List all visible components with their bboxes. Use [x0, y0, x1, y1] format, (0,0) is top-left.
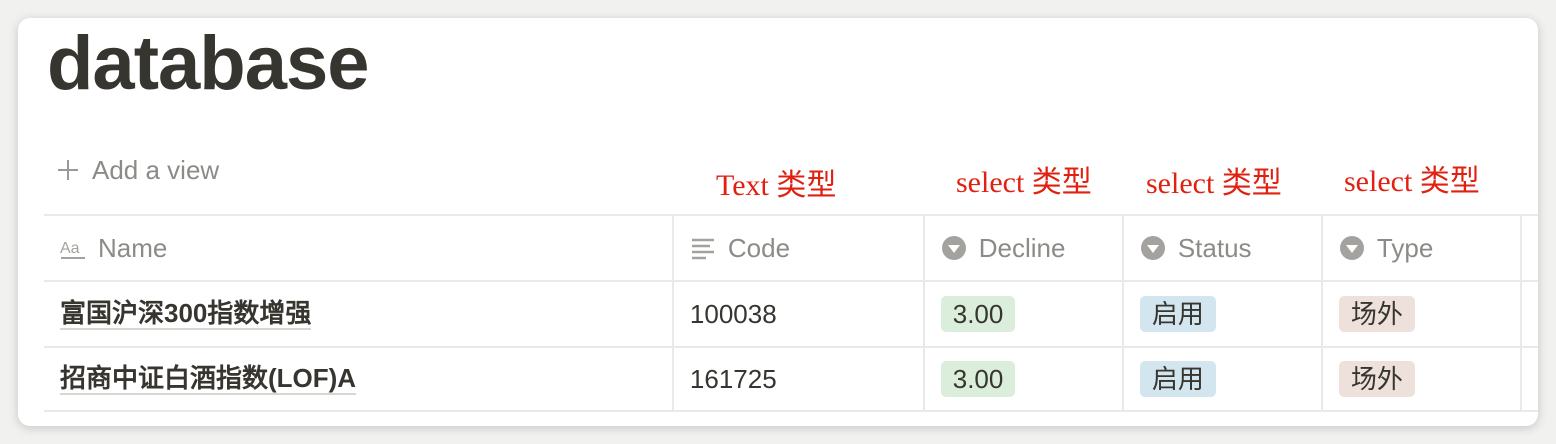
cell-code[interactable]: 100038	[674, 282, 925, 346]
cell-extra	[1522, 282, 1538, 346]
annotation-select-type-decline: select 类型	[956, 166, 1092, 199]
decline-tag: 3.00	[940, 361, 1016, 397]
table-row[interactable]: 招商中证白酒指数(LOF)A 161725 3.00 启用 场外	[44, 346, 1538, 412]
text-title-icon: Aa	[60, 240, 85, 259]
type-tag: 场外	[1338, 296, 1415, 332]
table-header-row: Aa Name Code Decline Status Type	[44, 214, 1538, 280]
status-tag: 启用	[1139, 296, 1216, 332]
cell-name[interactable]: 富国沪深300指数增强	[44, 282, 674, 346]
cell-type[interactable]: 场外	[1323, 348, 1523, 410]
column-header-status[interactable]: Status	[1124, 216, 1323, 280]
add-view-button[interactable]: Add a view	[56, 148, 219, 192]
select-dropdown-icon	[941, 236, 966, 260]
table-row[interactable]: 富国沪深300指数增强 100038 3.00 启用 场外	[44, 280, 1538, 346]
select-dropdown-icon	[1140, 236, 1165, 260]
column-header-type[interactable]: Type	[1323, 216, 1523, 280]
text-lines-icon	[691, 238, 714, 260]
cell-decline[interactable]: 3.00	[925, 348, 1124, 410]
cell-type[interactable]: 场外	[1323, 282, 1523, 346]
cell-status[interactable]: 启用	[1124, 282, 1323, 346]
column-header-code[interactable]: Code	[674, 216, 925, 280]
column-header-type-label: Type	[1376, 232, 1434, 263]
column-header-code-label: Code	[727, 232, 791, 263]
plus-icon	[58, 160, 78, 180]
svg-text:Aa: Aa	[60, 240, 80, 257]
row-title-link[interactable]: 富国沪深300指数增强	[60, 298, 312, 330]
decline-tag: 3.00	[940, 296, 1016, 332]
cell-status[interactable]: 启用	[1124, 348, 1323, 410]
status-tag: 启用	[1139, 361, 1216, 397]
cell-code[interactable]: 161725	[674, 348, 925, 410]
select-dropdown-icon	[1339, 236, 1364, 260]
cell-decline[interactable]: 3.00	[925, 282, 1124, 346]
column-header-decline-label: Decline	[978, 232, 1066, 263]
column-header-status-label: Status	[1177, 232, 1252, 263]
notion-page-window: database Add a view Text 类型 select 类型 se…	[18, 18, 1538, 426]
row-title-link[interactable]: 招商中证白酒指数(LOF)A	[60, 363, 357, 395]
annotation-text-type: Text 类型	[716, 169, 837, 202]
column-header-extra	[1522, 216, 1538, 280]
annotation-select-type-status: select 类型	[1146, 167, 1282, 200]
add-view-label: Add a view	[92, 154, 220, 185]
cell-name[interactable]: 招商中证白酒指数(LOF)A	[44, 348, 674, 410]
page-title[interactable]: database	[47, 18, 369, 112]
column-header-decline[interactable]: Decline	[925, 216, 1124, 280]
annotation-select-type-type: select 类型	[1344, 165, 1480, 198]
column-header-name-label: Name	[98, 232, 168, 263]
type-tag: 场外	[1338, 361, 1415, 397]
column-header-name[interactable]: Aa Name	[44, 216, 674, 280]
cell-extra	[1522, 348, 1538, 410]
database-table: Aa Name Code Decline Status Type 富国沪深300…	[44, 214, 1538, 412]
